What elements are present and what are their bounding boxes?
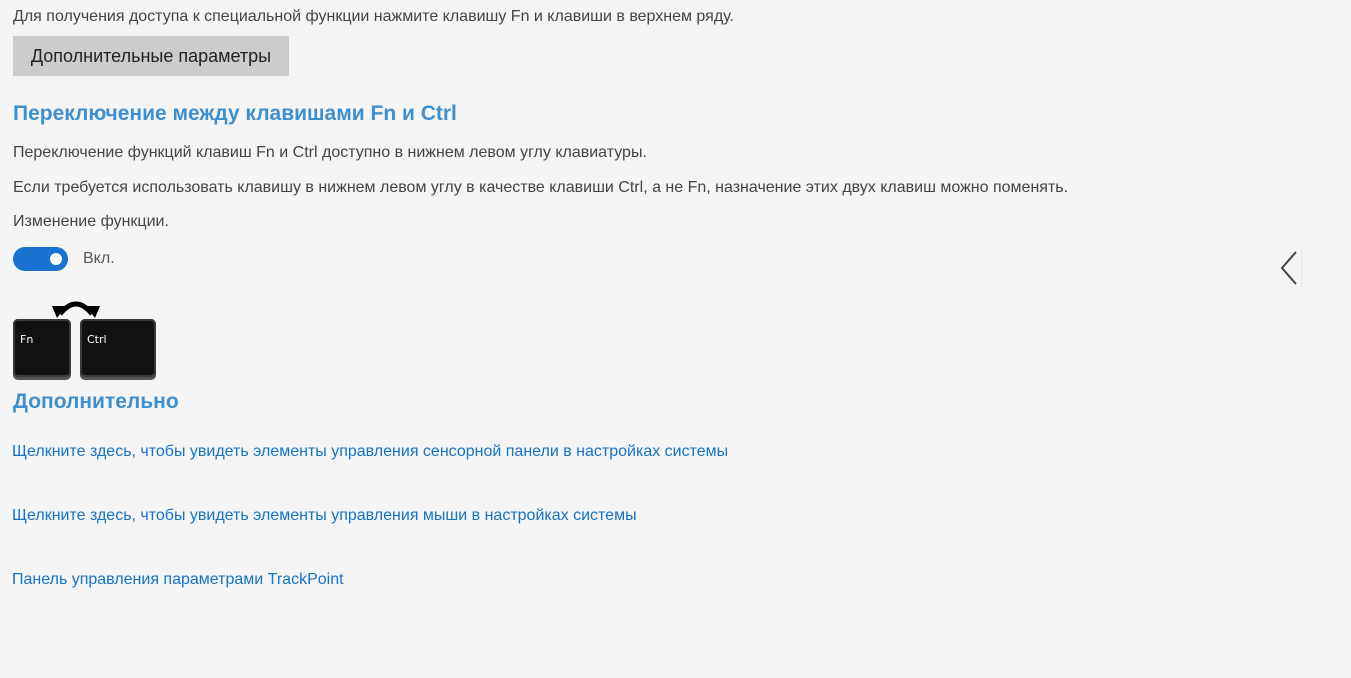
fn-key: Fn bbox=[13, 319, 71, 377]
touchpad-settings-link[interactable]: Щелкните здесь, чтобы увидеть элементы у… bbox=[12, 443, 728, 461]
ctrl-key: Ctrl bbox=[80, 319, 156, 377]
swap-arrows-icon bbox=[52, 301, 100, 318]
chevron-left-icon[interactable] bbox=[1278, 246, 1304, 290]
advanced-settings-button[interactable]: Дополнительные параметры bbox=[13, 36, 289, 76]
toggle-state-label: Вкл. bbox=[83, 250, 115, 267]
trackpoint-settings-link[interactable]: Панель управления параметрами TrackPoint bbox=[12, 571, 344, 589]
ctrl-key-label: Ctrl bbox=[87, 333, 107, 346]
fn-ctrl-section-title: Переключение между клавишами Fn и Ctrl bbox=[13, 102, 457, 125]
mouse-settings-link[interactable]: Щелкните здесь, чтобы увидеть элементы у… bbox=[12, 507, 637, 525]
fn-ctrl-toggle-row: Вкл. bbox=[13, 247, 115, 271]
fn-ctrl-description: Переключение функций клавиш Fn и Ctrl до… bbox=[13, 144, 647, 161]
fn-ctrl-swap-toggle[interactable] bbox=[13, 247, 68, 271]
additional-section-title: Дополнительно bbox=[13, 390, 179, 413]
fn-key-label: Fn bbox=[20, 333, 34, 346]
fn-ctrl-swap-description: Если требуется использовать клавишу в ни… bbox=[13, 179, 1069, 196]
fn-ctrl-keys-illustration: Fn Ctrl bbox=[13, 294, 163, 380]
toggle-knob bbox=[50, 253, 62, 265]
special-function-note: Для получения доступа к специальной функ… bbox=[13, 8, 734, 25]
change-function-label: Изменение функции. bbox=[13, 213, 169, 230]
